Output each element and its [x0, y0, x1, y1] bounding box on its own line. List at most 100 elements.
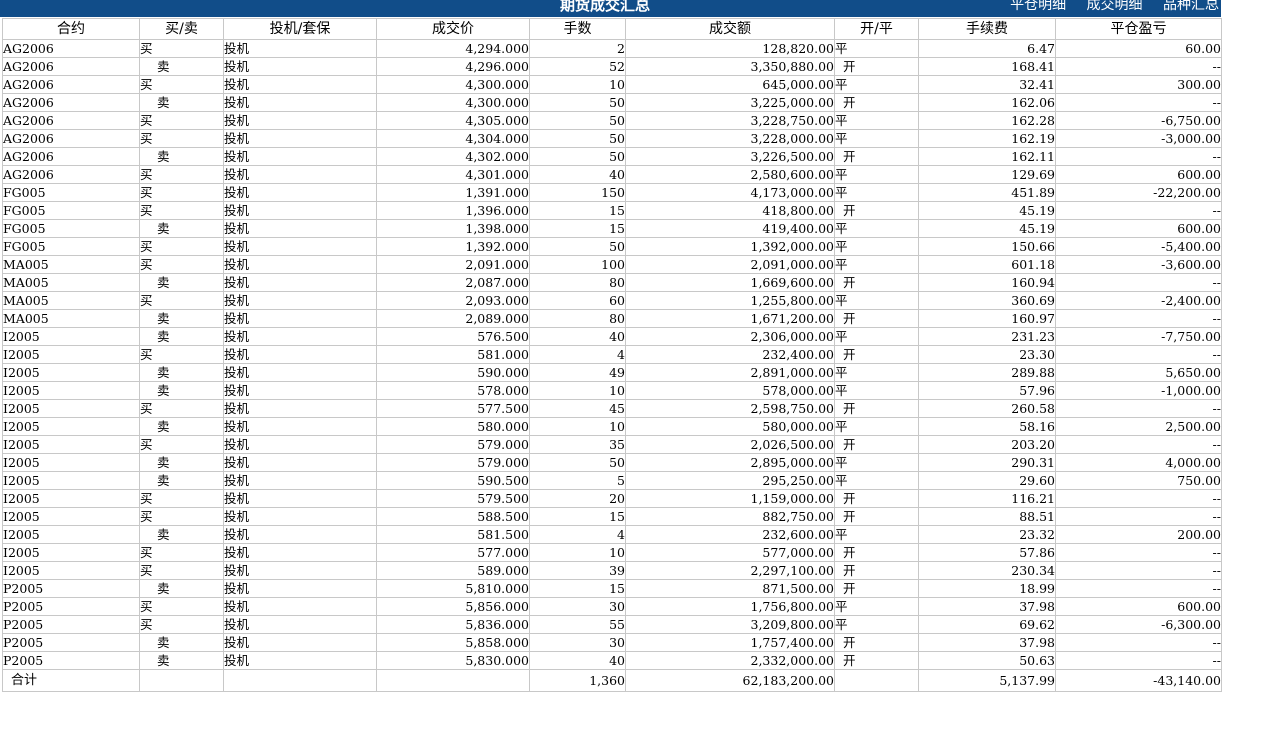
cell-fee: 160.97 — [918, 309, 1056, 328]
cell-contract: AG2006 — [2, 129, 140, 148]
total-empty-cell — [223, 669, 377, 692]
cell-open-close: 开 — [834, 507, 919, 526]
cell-amount: 882,750.00 — [625, 507, 835, 526]
cell-lots: 50 — [529, 453, 626, 472]
cell-lots: 40 — [529, 651, 626, 670]
cell-direction: 买 — [139, 561, 224, 580]
cell-close-pnl: 2,500.00 — [1055, 417, 1222, 436]
cell-open-close: 开 — [834, 93, 919, 112]
link-trade-detail[interactable]: 成交明细 — [1087, 0, 1143, 13]
cell-price: 577.000 — [376, 543, 530, 562]
cell-amount: 578,000.00 — [625, 381, 835, 400]
cell-direction: 买 — [139, 345, 224, 364]
cell-lots: 39 — [529, 561, 626, 580]
cell-contract: I2005 — [2, 345, 140, 364]
cell-amount: 3,226,500.00 — [625, 147, 835, 166]
cell-price: 581.500 — [376, 525, 530, 544]
cell-lots: 50 — [529, 129, 626, 148]
cell-contract: FG005 — [2, 237, 140, 256]
cell-open-close: 平 — [834, 219, 919, 238]
cell-direction: 买 — [139, 75, 224, 94]
cell-price: 590.000 — [376, 363, 530, 382]
cell-amount: 3,209,800.00 — [625, 615, 835, 634]
report-nav-links: 平仓明细 成交明细 品种汇总 — [994, 0, 1219, 14]
cell-direction: 卖 — [139, 381, 224, 400]
cell-open-close: 开 — [834, 489, 919, 508]
cell-direction: 卖 — [139, 93, 224, 112]
cell-open-close: 开 — [834, 435, 919, 454]
table-row: AG2006 卖投机 4,296.000 52 3,350,880.00 开 168.41-… — [2, 57, 1222, 76]
cell-direction: 买 — [139, 597, 224, 616]
cell-lots: 4 — [529, 525, 626, 544]
table-row: I2005 卖投机 576.500 40 2,306,000.00 平 231.23 -7,7… — [2, 327, 1222, 346]
col-header-close-pnl: 平仓盈亏 — [1055, 18, 1222, 40]
cell-lots: 40 — [529, 165, 626, 184]
total-pnl: -43,140.00 — [1055, 669, 1222, 692]
cell-direction: 卖 — [139, 651, 224, 670]
cell-direction: 买 — [139, 435, 224, 454]
link-product-summary[interactable]: 品种汇总 — [1163, 0, 1219, 13]
cell-contract: P2005 — [2, 633, 140, 652]
cell-spec-hedge: 投机 — [223, 165, 377, 184]
cell-lots: 10 — [529, 543, 626, 562]
total-amount: 62,183,200.00 — [625, 669, 835, 692]
cell-close-pnl: -- — [1055, 201, 1222, 220]
cell-price: 4,294.000 — [376, 39, 530, 58]
cell-spec-hedge: 投机 — [223, 597, 377, 616]
cell-amount: 2,891,000.00 — [625, 363, 835, 382]
cell-close-pnl: 200.00 — [1055, 525, 1222, 544]
cell-fee: 29.60 — [918, 471, 1056, 490]
cell-direction: 卖 — [139, 327, 224, 346]
page-title: 期货成交汇总 — [560, 0, 651, 14]
cell-direction: 买 — [139, 489, 224, 508]
cell-spec-hedge: 投机 — [223, 147, 377, 166]
cell-spec-hedge: 投机 — [223, 291, 377, 310]
cell-spec-hedge: 投机 — [223, 327, 377, 346]
cell-fee: 18.99 — [918, 579, 1056, 598]
cell-amount: 232,400.00 — [625, 345, 835, 364]
col-header-direction: 买/卖 — [139, 18, 224, 40]
cell-contract: I2005 — [2, 543, 140, 562]
cell-lots: 55 — [529, 615, 626, 634]
cell-lots: 10 — [529, 417, 626, 436]
cell-close-pnl: 600.00 — [1055, 219, 1222, 238]
cell-lots: 15 — [529, 507, 626, 526]
summary-header-bar: 期货成交汇总 平仓明细 成交明细 品种汇总 — [0, 0, 1221, 17]
cell-spec-hedge: 投机 — [223, 345, 377, 364]
cell-open-close: 平 — [834, 39, 919, 58]
table-row: I2005 买投机 588.500 15 882,750.00 开 88.51 -- — [2, 507, 1222, 526]
table-row: AG2006 买投机 4,301.000 40 2,580,600.00 平 129.69 6… — [2, 165, 1222, 184]
cell-price: 5,836.000 — [376, 615, 530, 634]
cell-close-pnl: 750.00 — [1055, 471, 1222, 490]
table-row: FG005 卖投机 1,398.000 15 419,400.00 平 45.19 600.0… — [2, 219, 1222, 238]
cell-amount: 2,332,000.00 — [625, 651, 835, 670]
cell-spec-hedge: 投机 — [223, 75, 377, 94]
cell-lots: 2 — [529, 39, 626, 58]
cell-open-close: 开 — [834, 561, 919, 580]
cell-open-close: 平 — [834, 417, 919, 436]
cell-contract: P2005 — [2, 615, 140, 634]
cell-lots: 4 — [529, 345, 626, 364]
cell-fee: 57.96 — [918, 381, 1056, 400]
cell-close-pnl: 4,000.00 — [1055, 453, 1222, 472]
cell-spec-hedge: 投机 — [223, 453, 377, 472]
cell-direction: 卖 — [139, 453, 224, 472]
cell-lots: 15 — [529, 579, 626, 598]
cell-contract: AG2006 — [2, 57, 140, 76]
cell-spec-hedge: 投机 — [223, 255, 377, 274]
cell-close-pnl: 60.00 — [1055, 39, 1222, 58]
cell-spec-hedge: 投机 — [223, 399, 377, 418]
cell-close-pnl: 600.00 — [1055, 165, 1222, 184]
cell-close-pnl: -5,400.00 — [1055, 237, 1222, 256]
cell-lots: 30 — [529, 633, 626, 652]
cell-fee: 50.63 — [918, 651, 1056, 670]
cell-close-pnl: -3,600.00 — [1055, 255, 1222, 274]
cell-direction: 买 — [139, 165, 224, 184]
cell-spec-hedge: 投机 — [223, 201, 377, 220]
cell-open-close: 开 — [834, 273, 919, 292]
cell-contract: P2005 — [2, 579, 140, 598]
cell-amount: 580,000.00 — [625, 417, 835, 436]
table-row: I2005 卖投机 579.000 50 2,895,000.00 平 290.31 4,00… — [2, 453, 1222, 472]
cell-open-close: 平 — [834, 453, 919, 472]
link-close-position-detail[interactable]: 平仓明细 — [1010, 0, 1066, 13]
